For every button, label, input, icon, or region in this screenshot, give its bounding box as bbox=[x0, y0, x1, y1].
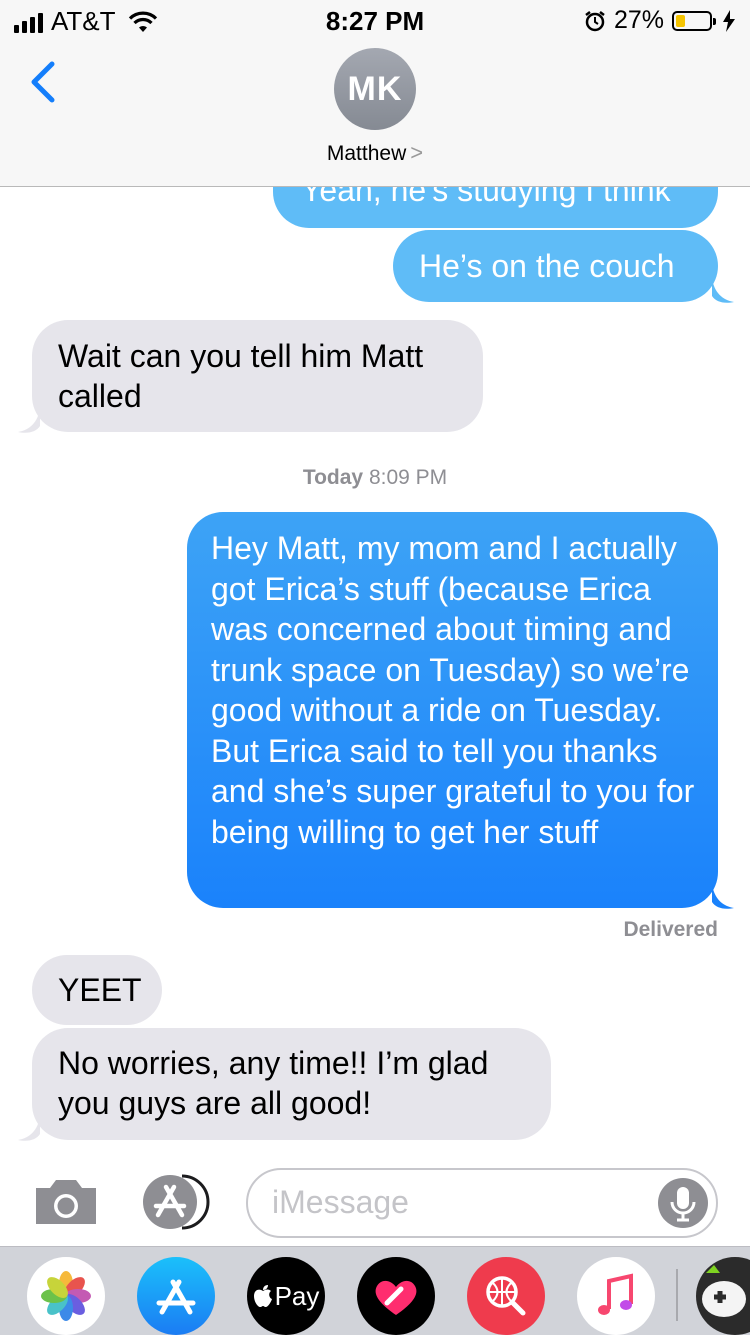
message-bubble-received[interactable]: YEET bbox=[32, 955, 162, 1025]
bubble-tail bbox=[712, 884, 734, 909]
message-input-placeholder: iMessage bbox=[272, 1184, 409, 1220]
timestamp-time: 8:09 PM bbox=[368, 466, 448, 489]
bubble-tail bbox=[18, 1116, 40, 1141]
battery-percent: 27% bbox=[613, 6, 664, 34]
message-input[interactable]: iMessage bbox=[246, 1168, 718, 1238]
app-drawer: Pay bbox=[0, 1246, 750, 1335]
contact-name: Matthew bbox=[326, 142, 407, 165]
timestamp: Today 8:09 PM bbox=[0, 466, 750, 490]
drawer-divider bbox=[676, 1269, 678, 1321]
digital-touch-icon[interactable] bbox=[357, 1257, 435, 1335]
photos-glyph bbox=[41, 1271, 91, 1321]
microphone-glyph bbox=[670, 1187, 696, 1222]
apple-logo-icon bbox=[253, 1285, 272, 1307]
music-icon[interactable] bbox=[577, 1257, 655, 1335]
status-bar: AT&T 8:27 PM 27% bbox=[0, 0, 750, 42]
game-character-glyph bbox=[702, 1265, 746, 1317]
message-bubble-received[interactable]: Wait can you tell him Matt called bbox=[32, 320, 483, 432]
photos-icon[interactable] bbox=[27, 1257, 105, 1335]
message-text: He’s on the couch bbox=[419, 248, 675, 284]
message-text: No worries, any time!! I’m glad you guys… bbox=[58, 1045, 489, 1121]
contact-avatar[interactable]: MK bbox=[334, 48, 416, 130]
back-chevron-icon[interactable] bbox=[22, 58, 66, 106]
conversation-header: MK Matthew > bbox=[0, 42, 750, 187]
apple-pay-label: Pay bbox=[274, 1280, 320, 1311]
battery-icon bbox=[672, 10, 716, 31]
magnifier-globe-glyph bbox=[486, 1276, 526, 1316]
apple-pay-icon[interactable]: Pay bbox=[247, 1257, 325, 1335]
bubble-tail bbox=[712, 278, 734, 303]
chevron-right-icon: > bbox=[410, 140, 424, 165]
camera-icon[interactable] bbox=[32, 1176, 100, 1228]
heart-glyph bbox=[375, 1280, 417, 1315]
music-note-glyph bbox=[598, 1273, 633, 1315]
contact-name-button[interactable]: Matthew > bbox=[0, 140, 750, 166]
app-store-drawer-icon[interactable] bbox=[137, 1257, 215, 1335]
microphone-icon[interactable] bbox=[658, 1178, 708, 1228]
message-bubble-received[interactable]: No worries, any time!! I’m glad you guys… bbox=[32, 1028, 551, 1140]
message-bubble-sent[interactable]: He’s on the couch bbox=[393, 230, 718, 302]
message-text: Hey Matt, my mom and I actually got Eric… bbox=[211, 530, 695, 850]
charging-bolt-icon bbox=[723, 9, 735, 32]
message-text: Wait can you tell him Matt called bbox=[58, 338, 424, 414]
timestamp-day: Today bbox=[302, 466, 364, 489]
game-app-icon[interactable] bbox=[696, 1257, 750, 1335]
message-bubble-sent[interactable]: Hey Matt, my mom and I actually got Eric… bbox=[187, 512, 718, 908]
delivery-status: Delivered bbox=[623, 918, 718, 941]
status-right: 27% bbox=[584, 6, 736, 35]
compose-bar: iMessage bbox=[0, 1160, 750, 1246]
message-text: YEET bbox=[58, 972, 142, 1008]
alarm-icon bbox=[585, 10, 605, 31]
app-store-icon[interactable] bbox=[138, 1172, 212, 1232]
bubble-tail bbox=[18, 408, 40, 433]
web-search-icon[interactable] bbox=[467, 1257, 545, 1335]
app-store-glyph bbox=[156, 1279, 196, 1315]
